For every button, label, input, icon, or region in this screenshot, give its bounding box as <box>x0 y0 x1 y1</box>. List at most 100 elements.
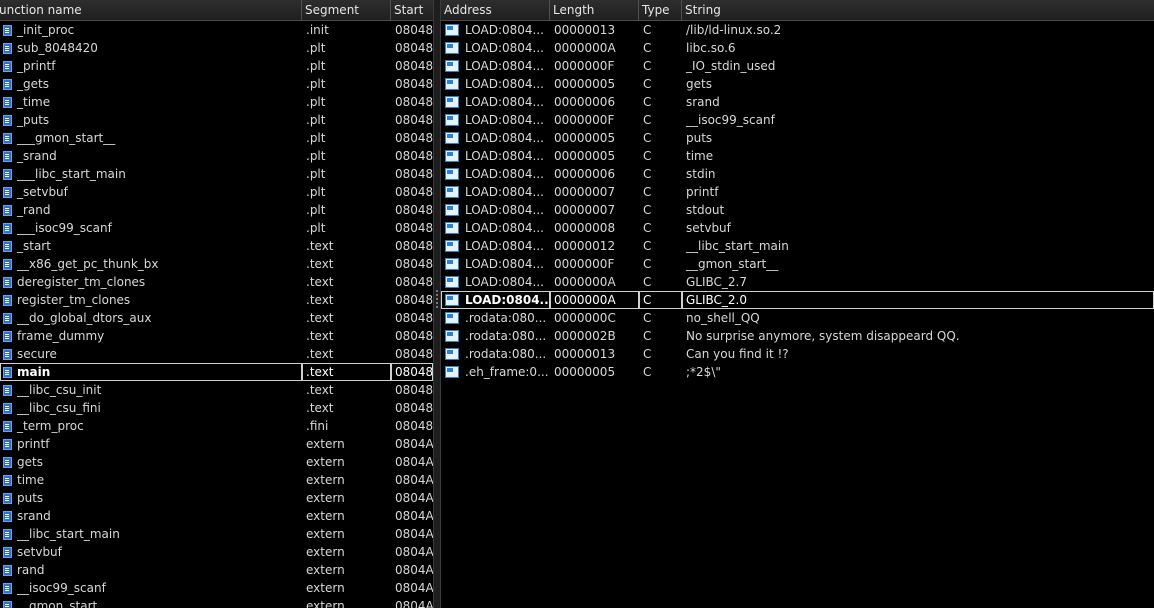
function-row[interactable]: __do_global_dtors_aux .text 08048 <box>0 309 433 327</box>
pane-splitter[interactable] <box>433 0 441 608</box>
function-name-cell[interactable]: __isoc99_scanf <box>0 579 302 597</box>
string-address-cell[interactable]: LOAD:0804... <box>441 129 550 147</box>
string-row[interactable]: LOAD:0804... 00000008 Csetvbuf <box>441 219 1154 237</box>
function-row[interactable]: __libc_csu_fini .text 08048 <box>0 399 433 417</box>
function-row[interactable]: time extern 0804A <box>0 471 433 489</box>
function-row[interactable]: deregister_tm_clones .text 08048 <box>0 273 433 291</box>
function-row[interactable]: rand extern 0804A <box>0 561 433 579</box>
string-address-cell[interactable]: LOAD:0804... <box>441 57 550 75</box>
string-row[interactable]: LOAD:0804... 00000005 Cgets <box>441 75 1154 93</box>
string-address-cell[interactable]: LOAD:0804... <box>441 147 550 165</box>
string-address-cell[interactable]: LOAD:0804... <box>441 255 550 273</box>
column-type[interactable]: Type <box>639 0 682 20</box>
function-row[interactable]: _gets .plt 08048 <box>0 75 433 93</box>
column-function-name[interactable]: unction name <box>0 0 302 20</box>
function-name-cell[interactable]: ___isoc99_scanf <box>0 219 302 237</box>
function-name-cell[interactable]: __do_global_dtors_aux <box>0 309 302 327</box>
string-row[interactable]: LOAD:0804... 0000000F C __isoc99_scanf <box>441 111 1154 129</box>
column-length[interactable]: Length <box>550 0 639 20</box>
string-row[interactable]: LOAD:0804... 00000012 C __libc_start_main <box>441 237 1154 255</box>
function-row[interactable]: _init_proc .init 08048 <box>0 21 433 39</box>
function-name-cell[interactable]: setvbuf <box>0 543 302 561</box>
string-address-cell[interactable]: LOAD:0804... <box>441 165 550 183</box>
function-row[interactable]: _srand .plt 08048 <box>0 147 433 165</box>
function-row[interactable]: main .text 08048 <box>0 363 433 381</box>
function-name-cell[interactable]: rand <box>0 561 302 579</box>
function-row[interactable]: _time .plt 08048 <box>0 93 433 111</box>
column-address[interactable]: Address <box>441 0 550 20</box>
string-row[interactable]: LOAD:0804... 0000000A C GLIBC_2.0 <box>441 291 1154 309</box>
function-row[interactable]: _term_proc .fini 08048 <box>0 417 433 435</box>
string-address-cell[interactable]: LOAD:0804... <box>441 93 550 111</box>
string-row[interactable]: LOAD:0804... 0000000A Clibc.so.6 <box>441 39 1154 57</box>
function-name-cell[interactable]: _term_proc <box>0 417 302 435</box>
function-row[interactable]: _rand .plt 08048 <box>0 201 433 219</box>
function-name-cell[interactable]: ___gmon_start__ <box>0 129 302 147</box>
column-start[interactable]: Start <box>391 0 433 20</box>
function-name-cell[interactable]: _setvbuf <box>0 183 302 201</box>
function-name-cell[interactable]: _start <box>0 237 302 255</box>
string-row[interactable]: LOAD:0804... 00000007 Cprintf <box>441 183 1154 201</box>
string-address-cell[interactable]: LOAD:0804... <box>441 273 550 291</box>
column-string[interactable]: String <box>682 0 1154 20</box>
function-row[interactable]: _printf .plt 08048 <box>0 57 433 75</box>
function-name-cell[interactable]: time <box>0 471 302 489</box>
function-name-cell[interactable]: _init_proc <box>0 21 302 39</box>
string-row[interactable]: .rodata:080... 0000000C Cno_shell_QQ <box>441 309 1154 327</box>
function-row[interactable]: printf extern 0804A <box>0 435 433 453</box>
function-name-cell[interactable]: puts <box>0 489 302 507</box>
function-row[interactable]: puts extern 0804A <box>0 489 433 507</box>
function-row[interactable]: __gmon_start__ extern 0804A <box>0 597 433 608</box>
string-row[interactable]: LOAD:0804... 00000005 Cputs <box>441 129 1154 147</box>
function-name-cell[interactable]: deregister_tm_clones <box>0 273 302 291</box>
string-address-cell[interactable]: LOAD:0804... <box>441 75 550 93</box>
function-name-cell[interactable]: ___libc_start_main <box>0 165 302 183</box>
function-name-cell[interactable]: main <box>0 363 302 381</box>
function-name-cell[interactable]: frame_dummy <box>0 327 302 345</box>
function-name-cell[interactable]: secure <box>0 345 302 363</box>
function-name-cell[interactable]: __libc_csu_fini <box>0 399 302 417</box>
string-address-cell[interactable]: LOAD:0804... <box>441 291 550 309</box>
string-address-cell[interactable]: LOAD:0804... <box>441 111 550 129</box>
function-row[interactable]: __libc_start_main extern 0804A <box>0 525 433 543</box>
function-row[interactable]: secure .text 08048 <box>0 345 433 363</box>
function-row[interactable]: gets extern 0804A <box>0 453 433 471</box>
function-row[interactable]: _setvbuf .plt 08048 <box>0 183 433 201</box>
string-row[interactable]: .rodata:080... 0000002B C No surprise anymo… <box>441 327 1154 345</box>
string-address-cell[interactable]: .rodata:080... <box>441 327 550 345</box>
string-row[interactable]: LOAD:0804... 00000013 C/lib/ld-linux.so.2 <box>441 21 1154 39</box>
string-row[interactable]: LOAD:0804... 0000000F C _IO_stdin_used <box>441 57 1154 75</box>
function-name-cell[interactable]: register_tm_clones <box>0 291 302 309</box>
function-row[interactable]: ___isoc99_scanf .plt 08048 <box>0 219 433 237</box>
string-address-cell[interactable]: LOAD:0804... <box>441 21 550 39</box>
function-name-cell[interactable]: __x86_get_pc_thunk_bx <box>0 255 302 273</box>
function-name-cell[interactable]: __libc_csu_init <box>0 381 302 399</box>
function-name-cell[interactable]: sub_8048420 <box>0 39 302 57</box>
function-name-cell[interactable]: _puts <box>0 111 302 129</box>
string-address-cell[interactable]: LOAD:0804... <box>441 183 550 201</box>
string-row[interactable]: LOAD:0804... 0000000A C GLIBC_2.7 <box>441 273 1154 291</box>
string-row[interactable]: LOAD:0804... 0000000F C __gmon_start__ <box>441 255 1154 273</box>
function-row[interactable]: ___libc_start_main .plt 08048 <box>0 165 433 183</box>
function-row[interactable]: ___gmon_start__ .plt 08048 <box>0 129 433 147</box>
function-name-cell[interactable]: gets <box>0 453 302 471</box>
function-row[interactable]: sub_8048420 .plt 08048 <box>0 39 433 57</box>
string-row[interactable]: LOAD:0804... 00000007 Cstdout <box>441 201 1154 219</box>
column-segment[interactable]: Segment <box>302 0 391 20</box>
function-row[interactable]: __isoc99_scanf extern 0804A <box>0 579 433 597</box>
string-address-cell[interactable]: .rodata:080... <box>441 345 550 363</box>
string-row[interactable]: LOAD:0804... 00000006 Cstdin <box>441 165 1154 183</box>
function-name-cell[interactable]: _time <box>0 93 302 111</box>
function-row[interactable]: _start .text 08048 <box>0 237 433 255</box>
function-name-cell[interactable]: __gmon_start__ <box>0 597 302 608</box>
function-name-cell[interactable]: printf <box>0 435 302 453</box>
function-row[interactable]: _puts .plt 08048 <box>0 111 433 129</box>
function-name-cell[interactable]: _rand <box>0 201 302 219</box>
function-name-cell[interactable]: __libc_start_main <box>0 525 302 543</box>
string-address-cell[interactable]: LOAD:0804... <box>441 39 550 57</box>
string-row[interactable]: LOAD:0804... 00000005 Ctime <box>441 147 1154 165</box>
string-address-cell[interactable]: LOAD:0804... <box>441 219 550 237</box>
function-name-cell[interactable]: _gets <box>0 75 302 93</box>
string-row[interactable]: .eh_frame:0... 00000005 C ;*2$\" <box>441 363 1154 381</box>
function-row[interactable]: __libc_csu_init .text 08048 <box>0 381 433 399</box>
